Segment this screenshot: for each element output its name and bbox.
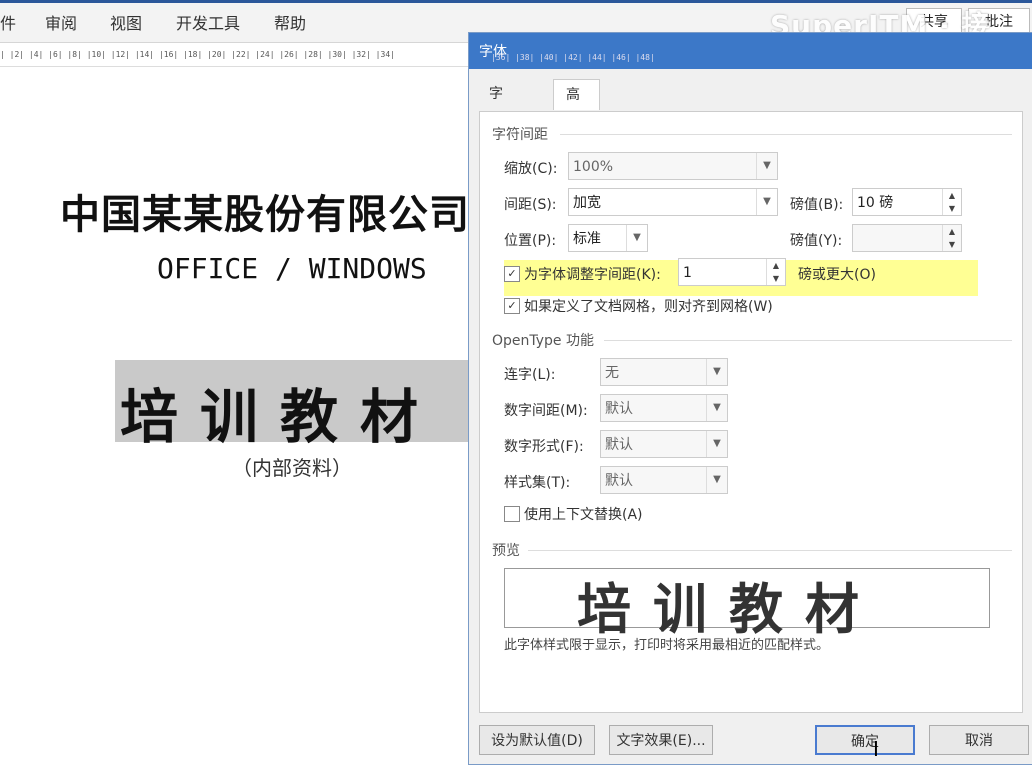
- kerning-suffix: 磅或更大(O): [798, 267, 876, 283]
- num-spacing-value: 默认: [605, 401, 633, 417]
- scale-combo[interactable]: 100% ▼: [568, 152, 778, 180]
- kerning-label: 为字体调整字间距(K):: [524, 267, 661, 283]
- set-default-button[interactable]: 设为默认值(D): [479, 725, 595, 755]
- menu-view[interactable]: 视图: [110, 10, 142, 34]
- num-spacing-combo[interactable]: 默认 ▼: [600, 394, 728, 422]
- preview-note: 此字体样式限于显示，打印时将采用最相近的匹配样式。: [504, 638, 830, 653]
- spin-down-icon[interactable]: ▼: [943, 238, 961, 251]
- spin-up-icon[interactable]: ▲: [767, 259, 785, 272]
- chevron-down-icon[interactable]: ▼: [706, 395, 727, 421]
- kerning-value: 1: [683, 265, 692, 281]
- grid-label: 如果定义了文档网格，则对齐到网格(W): [524, 299, 773, 315]
- position-pt-label: 磅值(Y):: [790, 233, 843, 249]
- menu-help[interactable]: 帮助: [274, 10, 306, 34]
- advanced-panel: 字符间距 缩放(C): 100% ▼ 间距(S): 加宽 ▼ 磅值(B): 10…: [479, 111, 1023, 713]
- divider: [604, 340, 1012, 341]
- ligatures-label: 连字(L):: [504, 367, 556, 383]
- chevron-down-icon[interactable]: ▼: [626, 225, 647, 251]
- num-form-label: 数字形式(F):: [504, 439, 584, 455]
- scale-label: 缩放(C):: [504, 161, 558, 177]
- kerning-spinner[interactable]: 1 ▲ ▼: [678, 258, 786, 286]
- spacing-label: 间距(S):: [504, 197, 557, 213]
- num-form-combo[interactable]: 默认 ▼: [600, 430, 728, 458]
- ligatures-combo[interactable]: 无 ▼: [600, 358, 728, 386]
- num-form-value: 默认: [605, 437, 633, 453]
- style-set-combo[interactable]: 默认 ▼: [600, 466, 728, 494]
- ok-button[interactable]: 确定: [815, 725, 915, 755]
- tab-advanced[interactable]: 高级(V): [553, 79, 600, 163]
- spin-down-icon[interactable]: ▼: [767, 272, 785, 285]
- dialog-ruler-overlay: |36| |38| |40| |42| |44| |46| |48|: [491, 53, 655, 62]
- section-preview: 预览: [492, 543, 520, 559]
- spin-up-icon[interactable]: ▲: [943, 189, 961, 202]
- position-combo[interactable]: 标准 ▼: [568, 224, 648, 252]
- chevron-down-icon[interactable]: ▼: [706, 467, 727, 493]
- contextual-label: 使用上下文替换(A): [524, 507, 643, 523]
- chevron-down-icon[interactable]: ▼: [706, 431, 727, 457]
- text-effects-label: 文字效果(E)...: [616, 733, 706, 749]
- position-pt-spinner[interactable]: ▲ ▼: [852, 224, 962, 252]
- spin-down-icon[interactable]: ▼: [943, 202, 961, 215]
- cancel-button[interactable]: 取消: [929, 725, 1029, 755]
- ligatures-value: 无: [605, 365, 619, 381]
- spacing-pt-value: 10 磅: [857, 195, 894, 211]
- position-label: 位置(P):: [504, 233, 557, 249]
- style-set-value: 默认: [605, 473, 633, 489]
- kerning-checkbox[interactable]: ✓: [504, 266, 520, 282]
- text-effects-button[interactable]: 文字效果(E)...: [609, 725, 713, 755]
- menu-review[interactable]: 审阅: [45, 10, 77, 34]
- chevron-down-icon[interactable]: ▼: [756, 189, 777, 215]
- document-title: 中国某某股份有限公司: [60, 192, 470, 238]
- spacing-combo[interactable]: 加宽 ▼: [568, 188, 778, 216]
- font-dialog: 字体 |36| |38| |40| |42| |44| |46| |48| 字体…: [468, 32, 1032, 765]
- chevron-down-icon[interactable]: ▼: [706, 359, 727, 385]
- grid-checkbox[interactable]: ✓: [504, 298, 520, 314]
- spacing-value: 加宽: [573, 195, 601, 211]
- dialog-title-bar[interactable]: 字体 |36| |38| |40| |42| |44| |46| |48|: [469, 33, 1032, 69]
- document-band-text: 培训教材: [120, 383, 441, 451]
- document-note: （内部资料）: [232, 456, 352, 480]
- ribbon-accent: [0, 0, 1032, 3]
- num-spacing-label: 数字间距(M):: [504, 403, 588, 419]
- text-cursor-icon: I: [873, 737, 879, 761]
- spacing-pt-label: 磅值(B):: [790, 197, 844, 213]
- spacing-pt-spinner[interactable]: 10 磅 ▲ ▼: [852, 188, 962, 216]
- chevron-down-icon[interactable]: ▼: [756, 153, 777, 179]
- divider: [528, 550, 1012, 551]
- contextual-checkbox[interactable]: [504, 506, 520, 522]
- menu-developer[interactable]: 开发工具: [176, 10, 240, 34]
- tab-font[interactable]: 字体(N): [477, 79, 522, 162]
- position-value: 标准: [573, 231, 601, 247]
- section-opentype: OpenType 功能: [492, 333, 594, 349]
- menu-file[interactable]: 件: [0, 10, 16, 34]
- document-subtitle: OFFICE / WINDOWS: [157, 252, 427, 285]
- cancel-label: 取消: [965, 733, 993, 749]
- section-char-spacing: 字符间距: [492, 127, 548, 143]
- set-default-label: 设为默认值(D): [491, 733, 583, 749]
- spin-up-icon[interactable]: ▲: [943, 225, 961, 238]
- preview-text: 培训教材: [577, 577, 881, 641]
- preview-box: 培训教材: [504, 568, 990, 641]
- style-set-label: 样式集(T):: [504, 475, 571, 491]
- divider: [560, 134, 1012, 135]
- scale-value: 100%: [573, 159, 614, 175]
